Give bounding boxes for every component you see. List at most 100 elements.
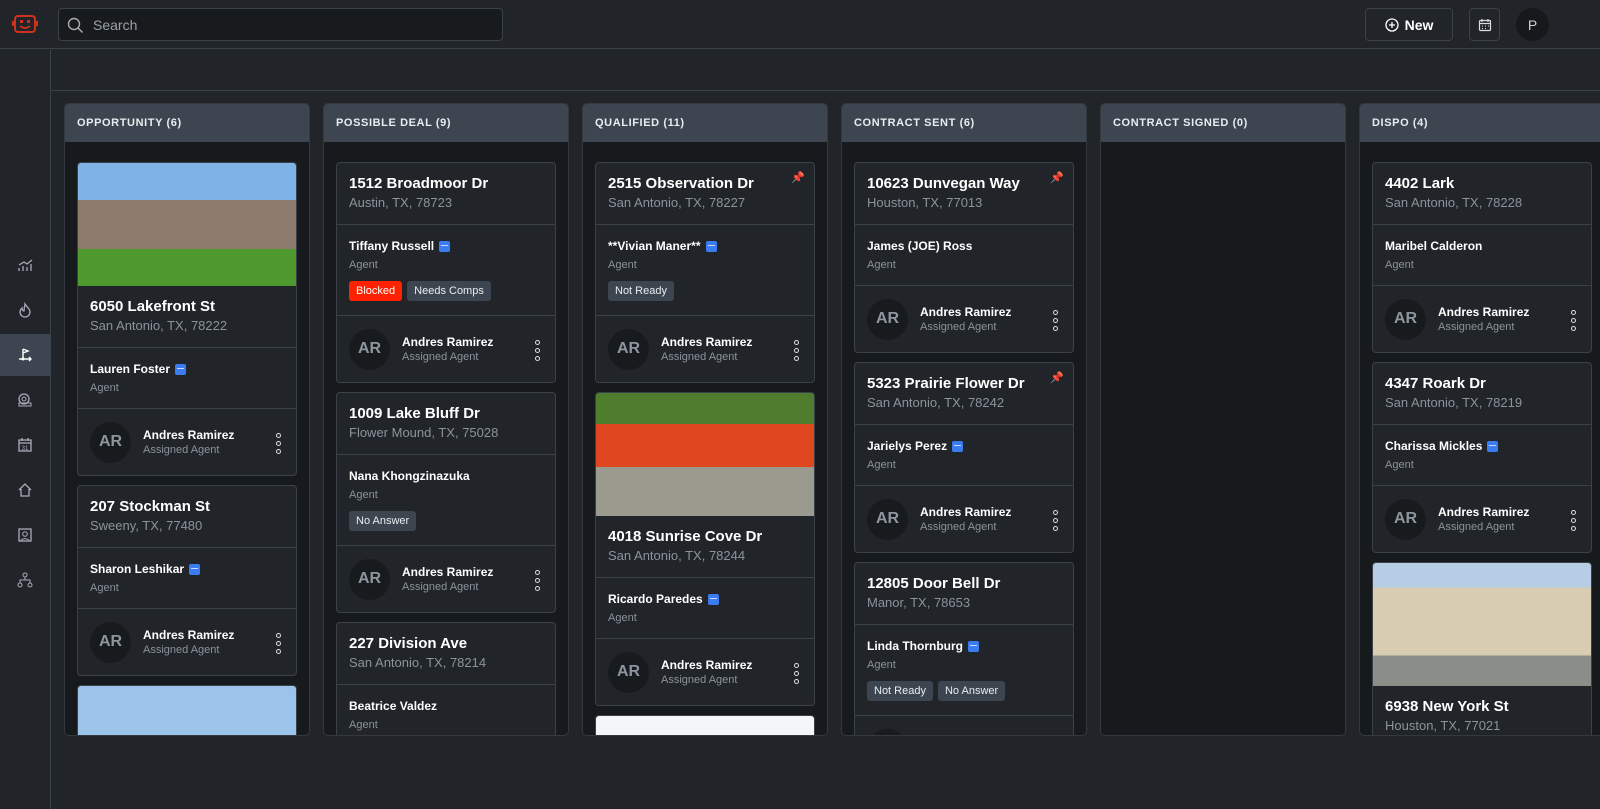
robot-logo-icon[interactable] (12, 13, 38, 35)
contact-name[interactable]: Tiffany Russell (349, 239, 434, 253)
search-box[interactable] (58, 8, 503, 41)
sidebar-item-contacts[interactable] (0, 514, 50, 556)
deal-card[interactable]: 📌 5323 Prairie Flower Dr San Antonio, TX, … (854, 362, 1074, 553)
property-address[interactable]: 1009 Lake Bluff Dr (349, 405, 543, 422)
property-address[interactable]: 2515 Observation Dr (608, 175, 802, 192)
contact-name[interactable]: Charissa Mickles (1385, 439, 1482, 453)
property-city: San Antonio, TX, 78219 (1385, 395, 1523, 410)
deal-card[interactable]: 📌 10623 Dunvegan Way Houston, TX, 77013 Jam… (854, 162, 1074, 353)
contact-role: Agent (90, 582, 119, 594)
calendar-button[interactable] (1469, 8, 1500, 41)
more-options-icon[interactable] (1053, 510, 1059, 531)
agent-avatar: AR (608, 651, 649, 693)
calendar-icon[interactable] (439, 240, 451, 252)
property-address[interactable]: 5323 Prairie Flower Dr (867, 375, 1061, 392)
more-options-icon[interactable] (535, 570, 541, 591)
calendar-icon[interactable] (952, 440, 964, 452)
property-address[interactable]: 6050 Lakefront St (90, 298, 284, 315)
calendar-icon[interactable] (175, 363, 187, 375)
address-section: 6938 New York St Houston, TX, 77021 (1373, 686, 1591, 735)
assigned-agent: AR Andres Ramirez Assigned Agent (337, 546, 555, 612)
calendar-icon[interactable] (707, 593, 719, 605)
column-header: POSSIBLE DEAL (9) (324, 104, 568, 142)
contact-name[interactable]: **Vivian Maner** (608, 239, 701, 253)
column-body: 📌 10623 Dunvegan Way Houston, TX, 77013 Jam… (842, 142, 1086, 735)
more-options-icon[interactable] (1571, 510, 1577, 531)
more-options-icon[interactable] (1053, 310, 1059, 331)
agent-role: Assigned Agent (402, 351, 479, 363)
deal-card[interactable]: 4347 Roark Dr San Antonio, TX, 78219 Chari… (1372, 362, 1592, 553)
contact-name[interactable]: Sharon Leshikar (90, 562, 184, 576)
contact-section: Charissa Mickles Agent (1373, 425, 1591, 486)
calendar-icon[interactable] (705, 240, 717, 252)
column-header: CONTRACT SIGNED (0) (1101, 104, 1345, 142)
organization-icon (17, 572, 33, 588)
deal-card[interactable]: 207 Stockman St Sweeny, TX, 77480 Sharon L… (77, 485, 297, 676)
more-options-icon[interactable] (794, 663, 800, 684)
property-address[interactable]: 10623 Dunvegan Way (867, 175, 1061, 192)
pipeline-column: CONTRACT SIGNED (0) (1100, 103, 1346, 736)
property-address[interactable]: 4018 Sunrise Cove Dr (608, 528, 802, 545)
contact-name[interactable]: Linda Thornburg (867, 639, 963, 653)
contact-name[interactable]: Beatrice Valdez (349, 699, 437, 713)
sidebar-item-analytics[interactable] (0, 244, 50, 286)
contact-name[interactable]: Nana Khongzinazuka (349, 469, 470, 483)
pin-icon[interactable]: 📌 (1050, 371, 1064, 384)
calendar-icon[interactable] (967, 640, 979, 652)
address-section: 207 Stockman St Sweeny, TX, 77480 (78, 486, 296, 548)
calendar-icon: 31 (18, 438, 32, 452)
contact-name[interactable]: Jarielys Perez (867, 439, 947, 453)
property-address[interactable]: 6938 New York St (1385, 698, 1579, 715)
more-options-icon[interactable] (794, 340, 800, 361)
property-address[interactable]: 4402 Lark (1385, 175, 1579, 192)
sidebar-item-organization[interactable] (0, 559, 50, 601)
pipeline-icon (19, 348, 32, 362)
sidebar-item-hot-leads[interactable] (0, 289, 50, 331)
more-options-icon[interactable] (276, 433, 282, 454)
more-options-icon[interactable] (1571, 310, 1577, 331)
user-avatar[interactable]: P (1516, 8, 1549, 41)
contact-role: Agent (608, 612, 637, 624)
property-address[interactable]: 207 Stockman St (90, 498, 284, 515)
address-section: 6050 Lakefront St San Antonio, TX, 78222 (78, 286, 296, 348)
pin-icon[interactable]: 📌 (1050, 171, 1064, 184)
deal-card[interactable]: 📌 2515 Observation Dr San Antonio, TX, 782… (595, 162, 815, 383)
contact-name[interactable]: Maribel Calderon (1385, 239, 1482, 253)
deal-card[interactable]: 4018 Sunrise Cove Dr San Antonio, TX, 782… (595, 392, 815, 706)
sidebar-item-properties[interactable] (0, 469, 50, 511)
deal-card[interactable]: 6050 Lakefront St San Antonio, TX, 78222 L… (77, 162, 297, 476)
property-address[interactable]: 1512 Broadmoor Dr (349, 175, 543, 192)
sidebar-item-pipeline[interactable] (0, 334, 50, 376)
property-address[interactable]: 12805 Door Bell Dr (867, 575, 1061, 592)
property-photo (1373, 563, 1591, 686)
sidebar-item-calendar[interactable]: 31 (0, 424, 50, 466)
deal-card[interactable]: 6938 New York St Houston, TX, 77021 (1372, 562, 1592, 735)
calendar-icon[interactable] (1487, 440, 1499, 452)
pipeline-column: CONTRACT SENT (6) 📌 10623 Dunvegan Way Hous… (841, 103, 1087, 736)
status-tag: No Answer (349, 511, 417, 531)
property-address[interactable]: 4347 Roark Dr (1385, 375, 1579, 392)
search-input[interactable] (93, 9, 493, 40)
deal-card[interactable] (595, 715, 815, 735)
contact-name[interactable]: Ricardo Paredes (608, 592, 703, 606)
deal-card[interactable] (77, 685, 297, 735)
pin-icon[interactable]: 📌 (791, 171, 805, 184)
calendar-icon[interactable] (189, 563, 201, 575)
more-options-icon[interactable] (535, 340, 541, 361)
deal-card[interactable]: 4402 Lark San Antonio, TX, 78228 Maribel C… (1372, 162, 1592, 353)
contact-name[interactable]: James (JOE) Ross (867, 239, 972, 253)
status-tag: Not Ready (867, 681, 933, 701)
deal-card[interactable]: 12805 Door Bell Dr Manor, TX, 78653 Linda … (854, 562, 1074, 735)
more-options-icon[interactable] (276, 633, 282, 654)
property-address[interactable]: 227 Division Ave (349, 635, 543, 652)
contact-name[interactable]: Lauren Foster (90, 362, 170, 376)
agent-name: Andres Ramirez (402, 565, 494, 579)
address-section: 1009 Lake Bluff Dr Flower Mound, TX, 7502… (337, 393, 555, 455)
deal-card[interactable]: 227 Division Ave San Antonio, TX, 78214 Be… (336, 622, 556, 735)
column-body: 1512 Broadmoor Dr Austin, TX, 78723 Tiffan… (324, 142, 568, 735)
deal-card[interactable]: 1009 Lake Bluff Dr Flower Mound, TX, 7502… (336, 392, 556, 613)
contact-role: Agent (90, 382, 119, 394)
new-button[interactable]: New (1365, 8, 1453, 41)
deal-card[interactable]: 1512 Broadmoor Dr Austin, TX, 78723 Tiffan… (336, 162, 556, 383)
sidebar-item-alerts[interactable] (0, 379, 50, 421)
